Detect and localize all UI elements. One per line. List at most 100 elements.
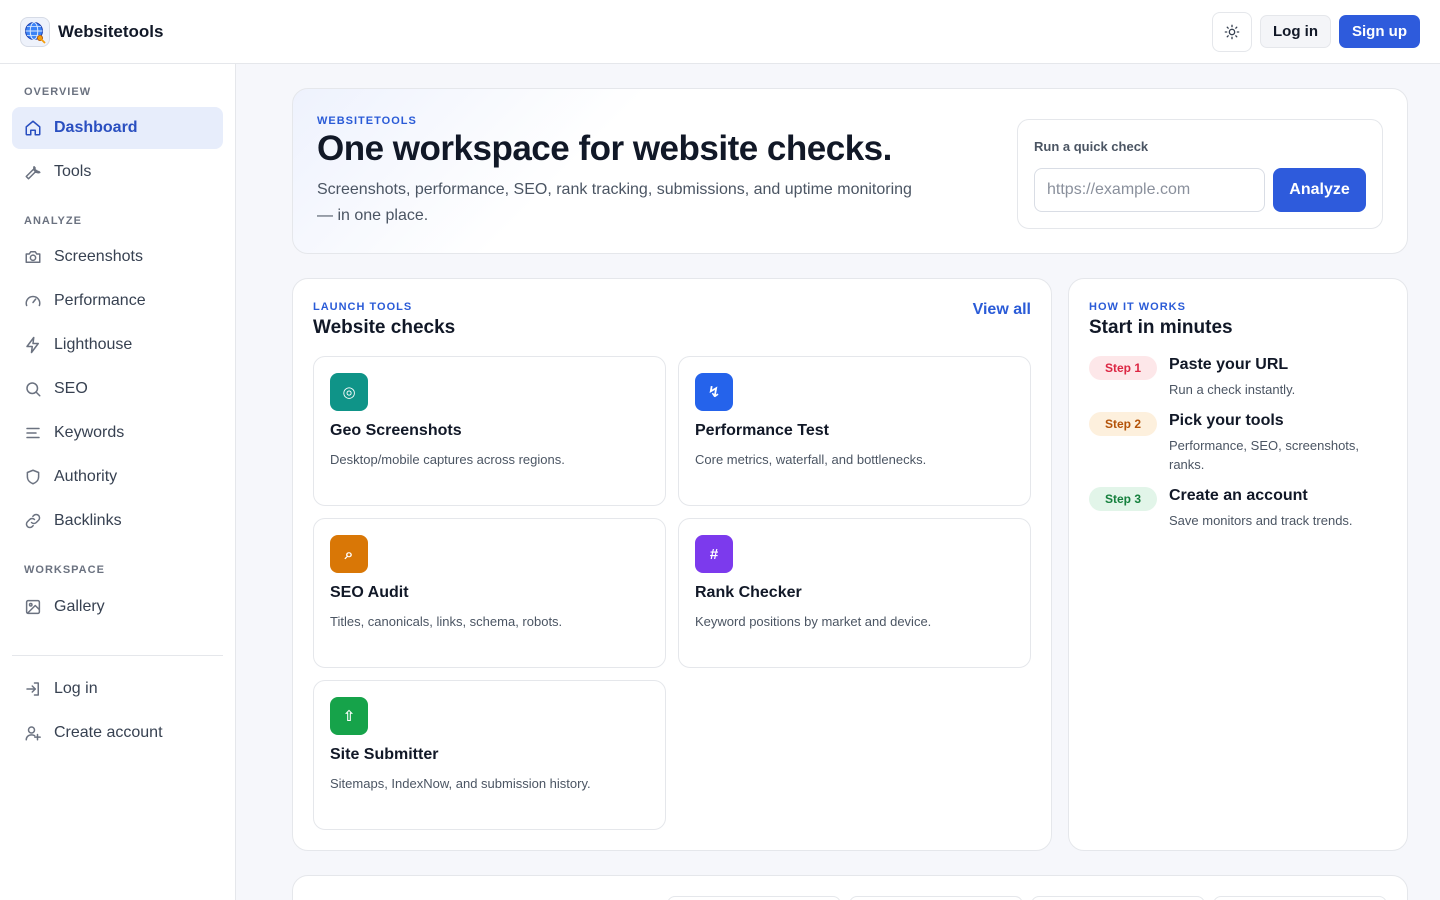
tool-card-performance-test[interactable]: ↯ Performance Test Core metrics, waterfa…: [678, 356, 1031, 506]
image-icon: [25, 599, 41, 615]
sidebar-item-screenshots[interactable]: Screenshots: [12, 236, 223, 278]
step-description: Run a check instantly.: [1169, 382, 1296, 397]
hash-icon: #: [695, 535, 733, 573]
quick-check-label: Run a quick check: [1034, 139, 1149, 154]
step-title: Create an account: [1169, 487, 1308, 504]
signup-button[interactable]: Sign up: [1339, 15, 1420, 48]
tool-name: Geo Screenshots: [330, 422, 462, 439]
sidebar-divider: [12, 655, 223, 656]
sidebar-item-label: Lighthouse: [54, 336, 133, 353]
step-badge: Step 1: [1089, 356, 1157, 380]
bolt-icon: ↯: [695, 373, 733, 411]
filter-pill[interactable]: [1031, 896, 1205, 900]
hero-card: WEBSITETOOLS One workspace for website c…: [292, 88, 1408, 254]
tool-name: Site Submitter: [330, 746, 439, 763]
login-icon: [26, 682, 39, 696]
user-plus-icon: [25, 726, 41, 741]
bolt-icon: [26, 336, 39, 354]
step-badge: Step 3: [1089, 487, 1157, 511]
tool-card-geo-screenshots[interactable]: ◎ Geo Screenshots Desktop/mobile capture…: [313, 356, 666, 506]
sidebar-item-create-account[interactable]: Create account: [12, 712, 223, 754]
hero-description: Screenshots, performance, SEO, rank trac…: [317, 177, 957, 229]
section-label-overview: OVERVIEW: [24, 86, 92, 98]
sidebar-item-label: Screenshots: [54, 248, 143, 265]
step-description: Save monitors and track trends.: [1169, 513, 1353, 528]
how-title: Start in minutes: [1089, 317, 1233, 338]
tool-description: Desktop/mobile captures across regions.: [330, 452, 565, 467]
login-button[interactable]: Log in: [1260, 15, 1331, 48]
step-description: Performance, SEO, screenshots, ranks.: [1169, 438, 1360, 472]
sidebar-item-label: Gallery: [54, 598, 105, 615]
tools-card: LAUNCH TOOLS Website checks View all ◎ G…: [292, 278, 1052, 851]
link-icon: [25, 513, 41, 529]
sidebar-item-label: Create account: [54, 724, 163, 741]
globe-key-icon: [20, 16, 50, 47]
home-icon: [25, 120, 41, 136]
tool-description: Titles, canonicals, links, schema, robot…: [330, 614, 563, 629]
hero-eyebrow: WEBSITETOOLS: [317, 115, 417, 127]
sidebar-item-label: SEO: [54, 380, 88, 397]
target-icon: ◎: [330, 373, 368, 411]
how-it-works-card: HOW IT WORKS Start in minutes Step 1 Pas…: [1068, 278, 1408, 851]
sidebar-item-label: Keywords: [54, 424, 125, 441]
sidebar-item-dashboard[interactable]: Dashboard: [12, 107, 223, 149]
search-icon: [26, 382, 41, 397]
shield-icon: [26, 469, 40, 485]
tool-card-rank-checker[interactable]: # Rank Checker Keyword positions by mark…: [678, 518, 1031, 668]
sidebar-item-label: Dashboard: [54, 119, 138, 136]
step-title: Paste your URL: [1169, 356, 1289, 373]
brand-name: Websitetools: [58, 21, 164, 41]
sidebar-item-label: Log in: [54, 680, 98, 697]
step-title: Pick your tools: [1169, 412, 1284, 429]
tool-card-seo-audit[interactable]: ⌕ SEO Audit Titles, canonicals, links, s…: [313, 518, 666, 668]
sun-icon: [1224, 24, 1240, 39]
sidebar-item-seo[interactable]: SEO: [12, 368, 223, 410]
brand[interactable]: Websitetools: [20, 16, 164, 47]
tool-name: Rank Checker: [695, 584, 802, 601]
sidebar-item-lighthouse[interactable]: Lighthouse: [12, 324, 223, 366]
search-icon: ⌕: [330, 535, 368, 573]
how-eyebrow: HOW IT WORKS: [1089, 301, 1186, 313]
wrench-icon: [25, 166, 41, 180]
tool-card-site-submitter[interactable]: ⇧ Site Submitter Sitemaps, IndexNow, and…: [313, 680, 666, 830]
sidebar-item-label: Backlinks: [54, 512, 122, 529]
top-actions: Log in Sign up: [1212, 11, 1420, 52]
sidebar: OVERVIEW Dashboard Tools ANALYZE Screens…: [0, 64, 236, 900]
filter-pill[interactable]: [1213, 896, 1387, 900]
sidebar-item-label: Tools: [54, 163, 92, 180]
section-label-workspace: WORKSPACE: [24, 564, 105, 576]
theme-toggle-button[interactable]: [1212, 11, 1252, 52]
lines-icon: [26, 427, 40, 439]
bottom-card: [292, 875, 1408, 900]
sidebar-item-backlinks[interactable]: Backlinks: [12, 500, 223, 542]
camera-icon: [25, 251, 41, 263]
tool-name: SEO Audit: [330, 584, 409, 601]
gauge-icon: [25, 295, 41, 307]
sidebar-item-label: Authority: [54, 468, 118, 485]
top-bar: Websitetools Log in Sign up: [0, 0, 1440, 64]
sidebar-item-authority[interactable]: Authority: [12, 456, 223, 498]
tool-description: Keyword positions by market and device.: [695, 614, 932, 629]
sidebar-item-keywords[interactable]: Keywords: [12, 412, 223, 454]
page-title: One workspace for website checks.: [317, 129, 892, 168]
filter-pill[interactable]: [667, 896, 841, 900]
quick-check-panel: Run a quick check Analyze: [1017, 119, 1383, 229]
tools-title: Website checks: [313, 317, 456, 338]
upload-icon: ⇧: [330, 697, 368, 735]
tools-eyebrow: LAUNCH TOOLS: [313, 301, 413, 313]
filter-pill[interactable]: [849, 896, 1023, 900]
url-input[interactable]: [1034, 168, 1265, 212]
tool-name: Performance Test: [695, 422, 829, 439]
tool-description: Sitemaps, IndexNow, and submission histo…: [330, 776, 591, 791]
sidebar-item-performance[interactable]: Performance: [12, 280, 223, 322]
sidebar-item-tools[interactable]: Tools: [12, 151, 223, 193]
hero-description-line-1: Screenshots, performance, SEO, rank trac…: [317, 181, 912, 198]
sidebar-item-login[interactable]: Log in: [12, 668, 223, 710]
sidebar-item-label: Performance: [54, 292, 146, 309]
section-label-analyze: ANALYZE: [24, 215, 82, 227]
analyze-button[interactable]: Analyze: [1273, 168, 1366, 212]
step-badge: Step 2: [1089, 412, 1157, 436]
sidebar-item-gallery[interactable]: Gallery: [12, 586, 223, 628]
view-all-link[interactable]: View all: [973, 301, 1031, 319]
hero-description-line-2: — in one place.: [317, 207, 429, 224]
